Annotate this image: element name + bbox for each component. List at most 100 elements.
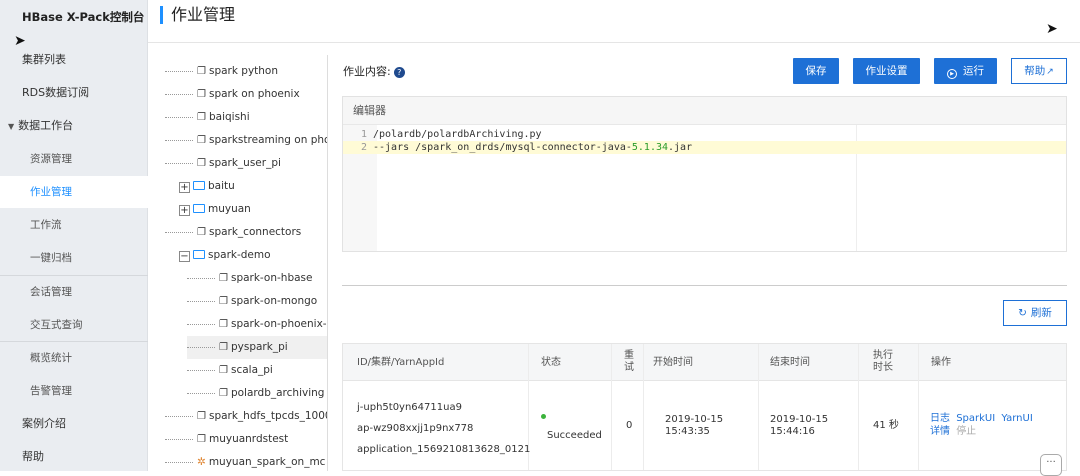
job-content-label: 作业内容:? [343, 63, 405, 79]
mouse-cursor-icon: ➤ [1046, 21, 1058, 37]
tree-item[interactable]: ❐ scala_pi [187, 359, 273, 382]
tree-item[interactable]: ❐ spark_connectors [165, 221, 301, 244]
collapse-icon[interactable]: − [179, 251, 190, 262]
col-header-start-time: 开始时间 [653, 357, 693, 368]
cluster-id: ap-wz908xxjj1p9nx778 [357, 423, 474, 434]
sidebar-item-case-intro[interactable]: 案例介绍 [0, 408, 148, 440]
sidebar-item-one-click-archive[interactable]: 一键归档 [0, 242, 148, 274]
col-header-retry: 重试 [624, 350, 634, 373]
file-icon: ❐ [219, 296, 228, 307]
file-icon: ❐ [219, 342, 228, 353]
tree-item[interactable]: ❐ spark python [165, 60, 278, 83]
table-header [343, 344, 1066, 381]
yarn-app-id: application_1569210813628_0121 [357, 444, 531, 455]
start-date: 2019-10-15 [665, 414, 724, 425]
tree-item[interactable]: ❐ baiqishi [165, 106, 250, 129]
tree-folder[interactable]: − spark-demo [179, 244, 271, 267]
file-icon: ❐ [219, 319, 228, 330]
sidebar-item-data-workbench[interactable]: ▼ 数据工作台 [0, 110, 148, 142]
status-dot [541, 411, 546, 423]
refresh-icon: ↻ [1018, 307, 1027, 319]
sidebar-item-alert-management[interactable]: 告警管理 [0, 375, 148, 407]
status-text: Succeeded [547, 430, 602, 441]
file-icon: ❐ [219, 365, 228, 376]
tree-folder[interactable]: + muyuan [179, 198, 251, 221]
file-icon: ❐ [197, 227, 206, 238]
folder-icon [193, 204, 205, 213]
tree-item[interactable]: ❐ spark on phoenix [165, 83, 300, 106]
sidebar-item-label: 数据工作台 [18, 119, 74, 132]
chat-icon[interactable]: ··· [1040, 454, 1062, 476]
start-time: 15:43:35 [665, 426, 710, 437]
sidebar-item-rds-subscription[interactable]: RDS数据订阅 [0, 77, 148, 109]
save-button[interactable]: 保存 [793, 58, 839, 84]
file-icon: ❐ [197, 135, 206, 146]
detail-link[interactable]: 详情 [930, 426, 950, 437]
tree-item[interactable]: ❐ muyuanrdstest [165, 428, 288, 451]
code-line-active[interactable]: 2 --jars /spark_on_drds/mysql-connector-j… [343, 141, 1066, 154]
actions-row2: 详情 停止 [930, 426, 976, 438]
help-circle-icon[interactable]: ? [393, 67, 405, 78]
col-header-status: 状态 [541, 357, 561, 368]
caret-down-icon: ▼ [8, 122, 15, 131]
job-settings-button[interactable]: 作业设置 [853, 58, 920, 84]
sidebar-item-job-management[interactable]: 作业管理 [0, 176, 148, 208]
sidebar-item-session-management[interactable]: 会话管理 [0, 276, 148, 308]
col-header-end-time: 结束时间 [770, 357, 810, 368]
tree-item-selected[interactable]: ❐ pyspark_pi [187, 336, 328, 359]
sidebar-item-workflow[interactable]: 工作流 [0, 209, 148, 241]
tree-item[interactable]: ❐ spark-on-mongo [187, 290, 317, 313]
folder-open-icon [193, 250, 205, 259]
file-icon: ❐ [197, 158, 206, 169]
refresh-button[interactable]: ↻ 刷新 [1003, 300, 1067, 326]
sidebar-item-overview-stats[interactable]: 概览统计 [0, 342, 148, 374]
file-icon: ❐ [197, 112, 206, 123]
file-icon: ❐ [219, 273, 228, 284]
tree-item[interactable]: ❐ spark_user_pi [165, 152, 281, 175]
yarnui-link[interactable]: YarnUI [1001, 413, 1032, 424]
run-button[interactable]: ▶ 运行 [934, 58, 997, 84]
end-date: 2019-10-15 [770, 414, 829, 425]
spark-icon: ✲ [197, 456, 206, 468]
end-time: 15:44:16 [770, 426, 815, 437]
sparkui-link[interactable]: SparkUI [956, 413, 995, 424]
file-icon: ❐ [197, 434, 206, 445]
tree-item[interactable]: ❐ polardb_archiving [187, 382, 324, 405]
sidebar-item-interactive-query[interactable]: 交互式查询 [0, 309, 148, 341]
file-icon: ❐ [197, 89, 206, 100]
help-button[interactable]: 帮助↗ [1011, 58, 1067, 84]
sidebar-item-resource-management[interactable]: 资源管理 [0, 143, 148, 175]
stop-link[interactable]: 停止 [956, 426, 976, 437]
file-icon: ❐ [197, 411, 206, 422]
col-header-actions: 操作 [931, 357, 951, 368]
code-line[interactable]: 1/polardb/polardbArchiving.py [343, 128, 1066, 141]
tree-item[interactable]: ❐ spark-on-hbase [187, 267, 312, 290]
tree-folder[interactable]: + baitu [179, 175, 235, 198]
section-divider [342, 285, 1067, 286]
actions: 日志 SparkUI YarnUI [930, 413, 1033, 425]
play-circle-icon: ▶ [947, 69, 957, 79]
job-id: j-uph5t0yn64711ua9 [357, 402, 462, 413]
sidebar: HBase X-Pack控制台 ➤ 集群列表 RDS数据订阅 ▼ 数据工作台 资源… [0, 0, 148, 471]
col-header-duration: 执行时长 [873, 350, 893, 373]
sidebar-item-clusters[interactable]: 集群列表 [0, 44, 148, 76]
job-runs-table: ID/集群/YarnAppId 状态 重试 开始时间 结束时间 执行时长 操作 … [342, 343, 1067, 471]
code-editor[interactable]: 编辑器 1/polardb/polardbArchiving.py 2 --jar… [342, 96, 1067, 252]
log-link[interactable]: 日志 [930, 413, 950, 424]
tree-item[interactable]: ❐ spark-on-phoenix-4. [187, 313, 328, 336]
col-header-id: ID/集群/YarnAppId [357, 357, 445, 368]
tree-item[interactable]: ✲ muyuan_spark_on_mc [165, 451, 325, 471]
sidebar-item-help[interactable]: 帮助 [0, 441, 148, 473]
tree-item[interactable]: ❐ spark_hdfs_tpcds_1000 [165, 405, 328, 428]
file-icon: ❐ [197, 66, 206, 77]
tree-item[interactable]: ❐sparkstreaming on phoen [165, 129, 328, 152]
page-header: 作业管理 [148, 0, 1080, 43]
job-tree: ❐ spark python ❐ spark on phoenix ❐ baiqish… [165, 55, 328, 471]
expand-icon[interactable]: + [179, 182, 190, 193]
tree-divider [327, 55, 328, 471]
external-link-icon: ↗ [1046, 67, 1054, 77]
editor-title: 编辑器 [343, 97, 1066, 125]
expand-icon[interactable]: + [179, 205, 190, 216]
page-title: 作业管理 [160, 6, 235, 24]
folder-icon [193, 181, 205, 190]
